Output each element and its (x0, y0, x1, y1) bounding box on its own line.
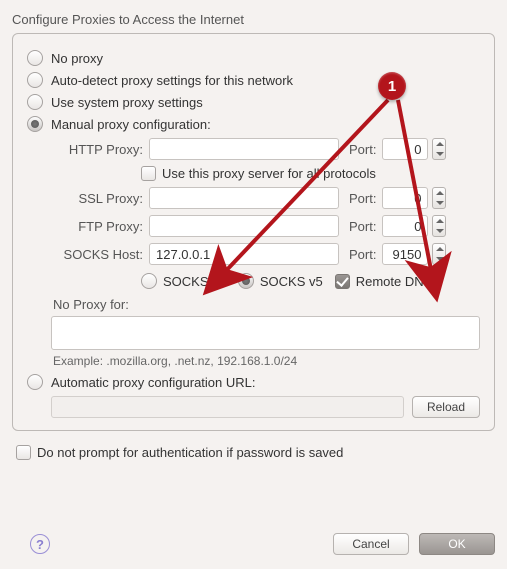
socks-host-input[interactable] (149, 243, 339, 265)
remote-dns-checkbox[interactable] (335, 274, 350, 289)
auto-config-url-input[interactable] (51, 396, 404, 418)
http-proxy-label: HTTP Proxy: (51, 142, 143, 157)
port-label: Port: (349, 219, 376, 234)
ftp-proxy-label: FTP Proxy: (51, 219, 143, 234)
radio-auto-detect[interactable]: Auto-detect proxy settings for this netw… (27, 72, 480, 88)
ftp-port-stepper[interactable] (432, 215, 446, 237)
remote-dns-label: Remote DNS (356, 274, 433, 289)
radio-icon (27, 116, 43, 132)
radio-label: No proxy (51, 51, 103, 66)
ok-button[interactable]: OK (419, 533, 495, 555)
checkbox-label: Do not prompt for authentication if pass… (37, 445, 343, 460)
socks-v4-label: SOCKS v4 (163, 274, 226, 289)
dialog-footer: ? Cancel OK (12, 533, 495, 555)
no-proxy-example: Example: .mozilla.org, .net.nz, 192.168.… (53, 354, 480, 368)
proxy-config-group: No proxy Auto-detect proxy settings for … (12, 33, 495, 431)
socks-host-label: SOCKS Host: (51, 247, 143, 262)
no-proxy-for-input[interactable] (51, 316, 480, 350)
proxy-settings-window: Configure Proxies to Access the Internet… (0, 0, 507, 569)
ssl-port-stepper[interactable] (432, 187, 446, 209)
radio-socks-v4[interactable] (141, 273, 157, 289)
radio-label: Use system proxy settings (51, 95, 203, 110)
radio-auto-config-url[interactable]: Automatic proxy configuration URL: (27, 374, 480, 390)
ftp-port-input[interactable] (382, 215, 428, 237)
ssl-proxy-input[interactable] (149, 187, 339, 209)
radio-manual-proxy[interactable]: Manual proxy configuration: (27, 116, 480, 132)
panel-title: Configure Proxies to Access the Internet (12, 12, 495, 27)
ssl-port-input[interactable] (382, 187, 428, 209)
radio-icon (27, 50, 43, 66)
port-label: Port: (349, 247, 376, 262)
manual-proxy-section: HTTP Proxy: Port: Use this proxy server … (51, 138, 480, 368)
radio-label: Manual proxy configuration: (51, 117, 211, 132)
use-for-all-checkbox[interactable]: Use this proxy server for all protocols (141, 166, 480, 181)
ftp-proxy-input[interactable] (149, 215, 339, 237)
ssl-proxy-label: SSL Proxy: (51, 191, 143, 206)
radio-socks-v5[interactable] (238, 273, 254, 289)
cancel-button[interactable]: Cancel (333, 533, 409, 555)
socks-v5-label: SOCKS v5 (260, 274, 323, 289)
radio-icon (27, 72, 43, 88)
radio-label: Automatic proxy configuration URL: (51, 375, 255, 390)
checkbox-icon (16, 445, 31, 460)
radio-no-proxy[interactable]: No proxy (27, 50, 480, 66)
http-port-stepper[interactable] (432, 138, 446, 160)
reload-button[interactable]: Reload (412, 396, 480, 418)
radio-icon (27, 374, 43, 390)
radio-system-proxy[interactable]: Use system proxy settings (27, 94, 480, 110)
checkbox-icon (141, 166, 156, 181)
socks-port-input[interactable] (382, 243, 428, 265)
no-proxy-for-label: No Proxy for: (53, 297, 480, 312)
http-proxy-input[interactable] (149, 138, 339, 160)
checkbox-label: Use this proxy server for all protocols (162, 166, 376, 181)
port-label: Port: (349, 142, 376, 157)
http-port-input[interactable] (382, 138, 428, 160)
no-prompt-auth-checkbox[interactable]: Do not prompt for authentication if pass… (16, 445, 495, 460)
radio-label: Auto-detect proxy settings for this netw… (51, 73, 293, 88)
port-label: Port: (349, 191, 376, 206)
radio-icon (27, 94, 43, 110)
help-button[interactable]: ? (30, 534, 50, 554)
socks-port-stepper[interactable] (432, 243, 446, 265)
